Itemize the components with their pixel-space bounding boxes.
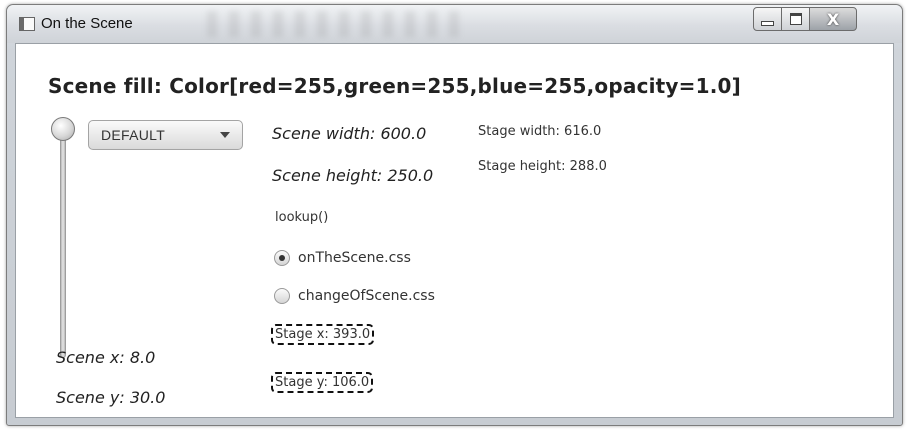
combobox-value: DEFAULT [101, 127, 166, 143]
minimize-button[interactable] [753, 7, 782, 31]
radio-changeofscene-css[interactable]: changeOfScene.css [274, 288, 435, 304]
scene-x-label: Scene x: 8.0 [56, 348, 156, 367]
radio-button-selected[interactable] [274, 250, 290, 266]
app-window-icon[interactable] [19, 17, 35, 31]
radio-label: changeOfScene.css [298, 288, 435, 304]
vertical-slider-track[interactable] [60, 130, 66, 358]
scene-fill-label: Scene fill: Color[red=255,green=255,blue… [48, 74, 742, 98]
cursor-combobox[interactable]: DEFAULT [88, 120, 243, 150]
app-window: On the Scene X Scene fill: Color[red=255… [6, 4, 903, 426]
scene-width-label: Scene width: 600.0 [272, 124, 427, 143]
scene-content: Scene fill: Color[red=255,green=255,blue… [15, 43, 894, 418]
minimize-icon [761, 20, 774, 26]
scene-height-label: Scene height: 250.0 [272, 166, 434, 185]
radio-dot [279, 255, 285, 261]
title-bar[interactable]: On the Scene X [7, 5, 902, 43]
chevron-down-icon[interactable] [220, 132, 230, 138]
vertical-slider-thumb[interactable] [51, 117, 75, 141]
stage-y-label: Stage y: 106.0 [271, 372, 374, 393]
lookup-hyperlink[interactable]: lookup() [275, 210, 328, 225]
radio-label: onTheScene.css [298, 250, 411, 266]
scene-y-label: Scene y: 30.0 [56, 388, 166, 407]
radio-button-unselected[interactable] [274, 288, 290, 304]
radio-onthescene-css[interactable]: onTheScene.css [274, 250, 411, 266]
window-title: On the Scene [41, 15, 133, 32]
stage-width-label: Stage width: 616.0 [478, 124, 602, 139]
close-icon: X [826, 9, 840, 29]
stage-x-label: Stage x: 393.0 [271, 324, 375, 345]
stage-height-label: Stage height: 288.0 [478, 159, 607, 174]
close-button[interactable]: X [809, 7, 857, 31]
maximize-icon [789, 13, 802, 25]
maximize-button[interactable] [781, 7, 810, 31]
title-bar-decoration [207, 11, 467, 37]
